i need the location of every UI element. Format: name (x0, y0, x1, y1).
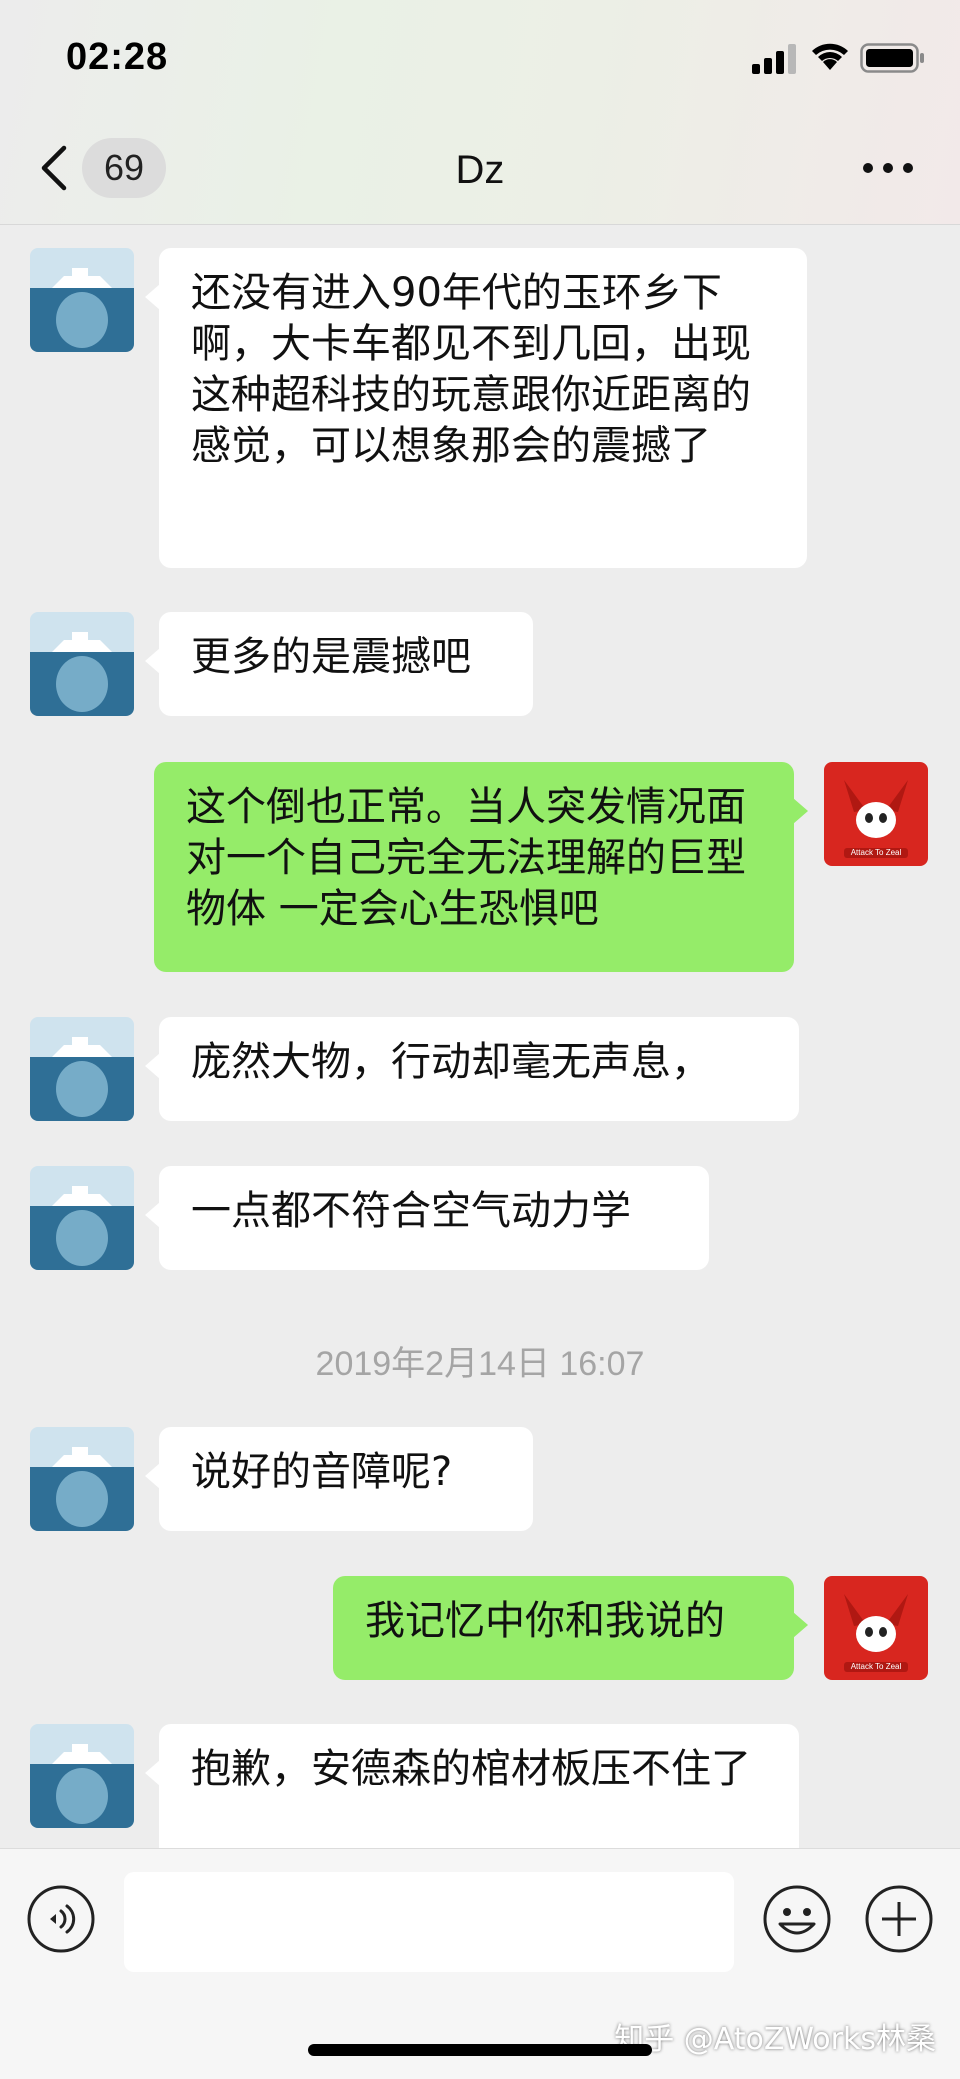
incoming-message[interactable]: 还没有进入90年代的玉环乡下啊，大卡车都见不到几回，出现这种超科技的玩意跟你近距… (145, 248, 807, 568)
emoji-icon[interactable] (762, 1884, 832, 1954)
watermark: 知乎 @AtoZWorks林桑 (614, 2022, 936, 2057)
contact-avatar[interactable] (30, 612, 134, 716)
home-indicator (308, 2044, 652, 2056)
battery-icon (860, 43, 924, 73)
chat-title: Dz (455, 148, 505, 192)
my-avatar[interactable]: Attack To Zeal (824, 762, 928, 866)
outgoing-message[interactable]: 这个倒也正常。当人突发情况面对一个自己完全无法理解的巨型物体 一定会心生恐惧吧 (154, 762, 808, 972)
signal-icon (752, 44, 796, 74)
more-dots-icon[interactable] (862, 150, 914, 186)
avatar-caption: Attack To Zeal (850, 1662, 902, 1671)
unread-count-badge[interactable]: 69 (82, 138, 166, 198)
contact-avatar[interactable] (30, 1166, 134, 1270)
status-time: 02:28 (66, 36, 169, 78)
incoming-message[interactable]: 一点都不符合空气动力学 (145, 1166, 709, 1270)
contact-avatar[interactable] (30, 1724, 134, 1828)
contact-avatar[interactable] (30, 248, 134, 352)
chevron-left-icon[interactable] (36, 142, 72, 194)
message-input[interactable] (124, 1872, 734, 1972)
my-avatar[interactable]: Attack To Zeal (824, 1576, 928, 1680)
contact-avatar[interactable] (30, 1017, 134, 1121)
outgoing-message[interactable]: 我记忆中你和我说的 (333, 1576, 808, 1680)
contact-avatar[interactable] (30, 1427, 134, 1531)
voice-icon[interactable] (26, 1884, 96, 1954)
incoming-message[interactable]: 说好的音障呢? (145, 1427, 533, 1531)
incoming-message[interactable]: 庞然大物，行动却毫无声息， (145, 1017, 799, 1121)
message-timestamp: 2019年2月14日 16:07 (315, 1345, 645, 1383)
avatar-caption: Attack To Zeal (850, 848, 902, 857)
incoming-message[interactable]: 更多的是震撼吧 (145, 612, 533, 716)
plus-icon[interactable] (864, 1884, 934, 1954)
wifi-icon (812, 43, 848, 70)
